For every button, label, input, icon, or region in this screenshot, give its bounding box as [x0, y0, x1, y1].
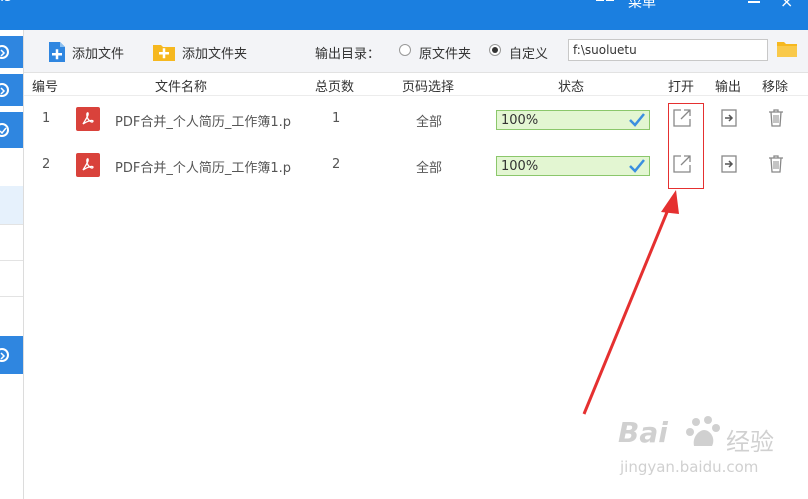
paw-icon: [686, 416, 720, 446]
baidu-watermark: Bai 经验 jingyan.baidu.com: [614, 410, 804, 490]
watermark-brand: Bai: [618, 416, 668, 449]
watermark-brand-cn: 经验: [726, 428, 774, 456]
watermark-url: jingyan.baidu.com: [620, 458, 759, 476]
